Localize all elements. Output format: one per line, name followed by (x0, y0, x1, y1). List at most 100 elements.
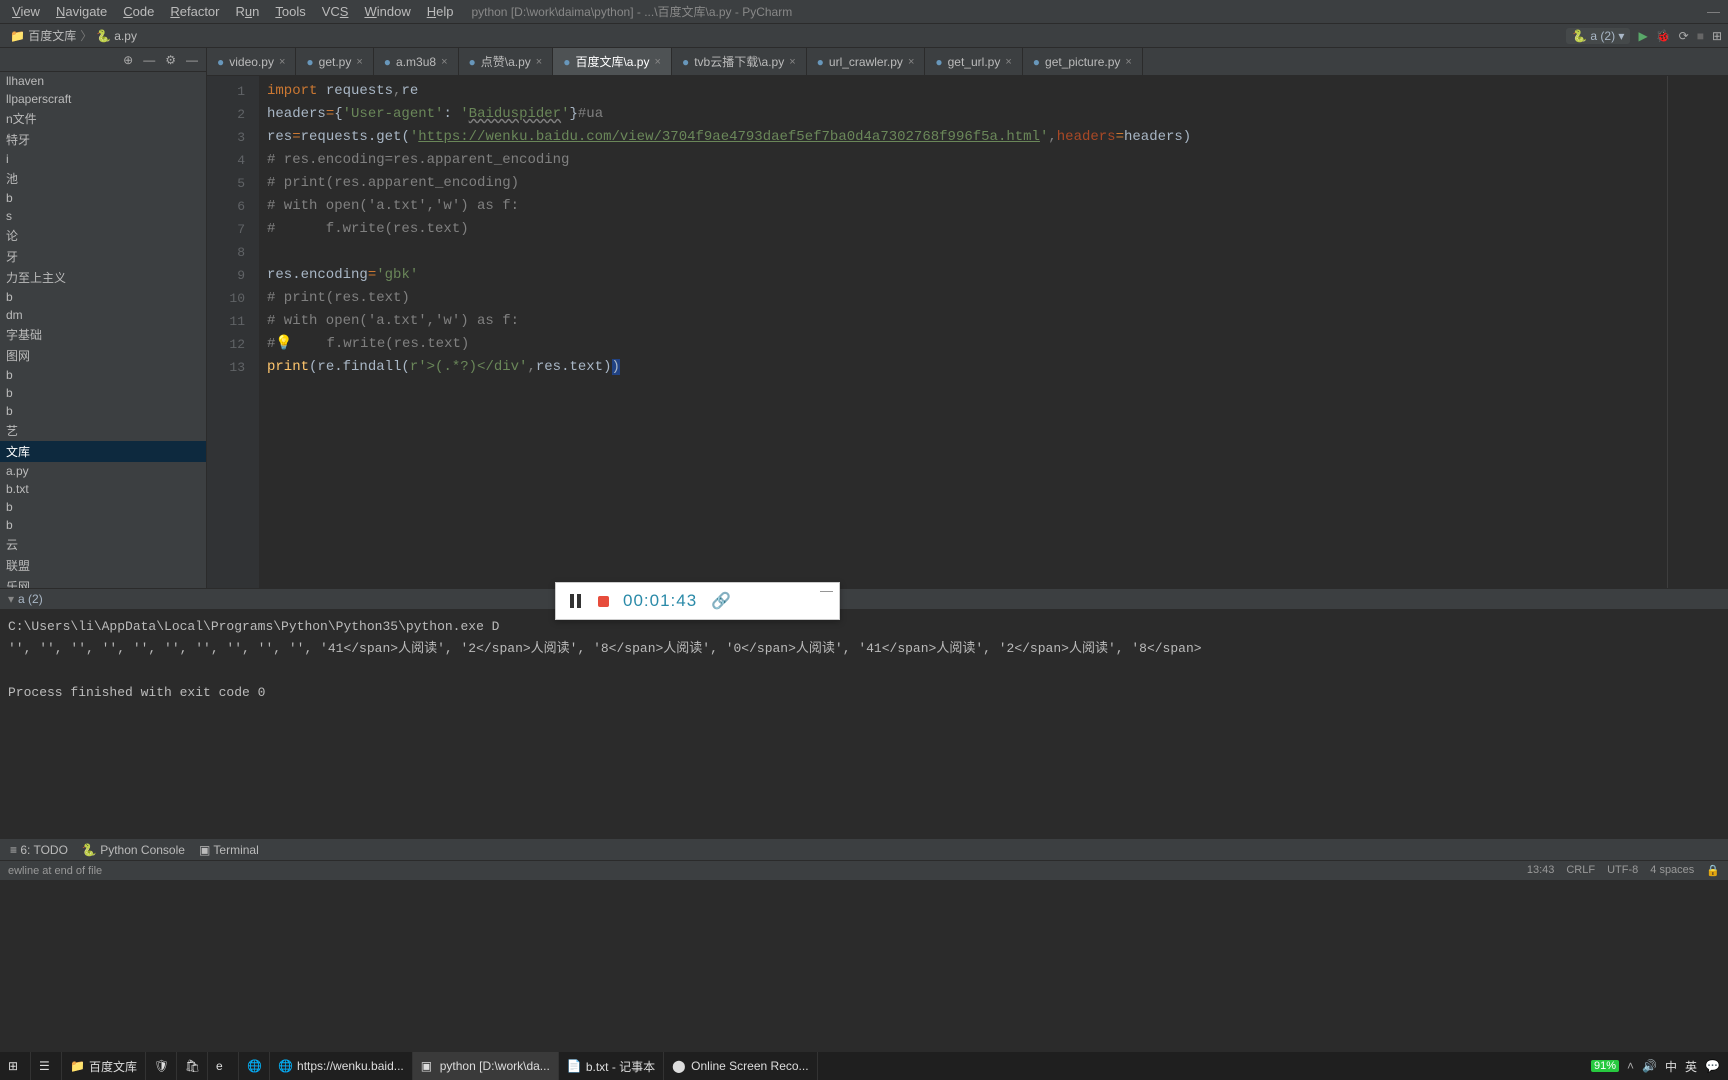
indent[interactable]: 4 spaces (1650, 864, 1694, 877)
tree-item[interactable]: 艺 (0, 420, 206, 441)
menu-tools[interactable]: Tools (267, 2, 313, 21)
tree-item[interactable]: b (0, 366, 206, 384)
notification-icon[interactable]: 💬 (1705, 1059, 1720, 1073)
taskbar-item[interactable]: 📁百度文库 (62, 1052, 146, 1080)
hide-icon[interactable]: — (186, 53, 198, 67)
editor-tab[interactable]: ●get_picture.py× (1023, 48, 1143, 75)
tree-item[interactable]: 联盟 (0, 555, 206, 576)
menu-code[interactable]: Code (115, 2, 162, 21)
tree-item[interactable]: llpaperscraft (0, 90, 206, 108)
close-tab-icon[interactable]: × (1125, 56, 1131, 68)
editor-tab[interactable]: ●tvb云播下载\a.py× (672, 48, 807, 75)
window-minimize[interactable]: — (1707, 4, 1724, 19)
gear-icon[interactable]: ⚙ (165, 53, 176, 67)
minimize-recorder[interactable]: — (820, 583, 833, 598)
tree-item[interactable]: 力至上主义 (0, 267, 206, 288)
close-tab-icon[interactable]: × (356, 56, 362, 68)
tree-item[interactable]: 特牙 (0, 129, 206, 150)
editor-tab[interactable]: ●get_url.py× (925, 48, 1022, 75)
editor-tab[interactable]: ●点赞\a.py× (459, 48, 554, 75)
close-tab-icon[interactable]: × (279, 56, 285, 68)
taskbar-item[interactable]: ☰ (31, 1052, 62, 1080)
tree-item[interactable]: b (0, 384, 206, 402)
line-ending[interactable]: CRLF (1566, 864, 1595, 877)
run-tool-header[interactable]: ▾ a (2) (0, 588, 1728, 610)
tree-item[interactable]: b (0, 498, 206, 516)
tree-item[interactable]: b (0, 288, 206, 306)
tool-python-console[interactable]: 🐍 Python Console (82, 843, 185, 857)
tree-item[interactable]: 文库 (0, 441, 206, 462)
close-tab-icon[interactable]: × (789, 56, 795, 68)
close-tab-icon[interactable]: × (1005, 56, 1011, 68)
tool-terminal[interactable]: ▣ Terminal (199, 843, 259, 857)
tray-chevron-up-icon[interactable]: ˄ (1627, 1059, 1634, 1073)
link-icon[interactable]: 🔗 (711, 591, 731, 611)
tree-item[interactable]: 论 (0, 225, 206, 246)
taskbar-item[interactable]: 🌐 (239, 1052, 270, 1080)
menu-view[interactable]: VViewiew (4, 2, 48, 21)
tree-item[interactable]: 图网 (0, 345, 206, 366)
menu-help[interactable]: Help (419, 2, 462, 21)
tree-item[interactable]: 乐网 (0, 576, 206, 588)
run-configuration-dropdown[interactable]: 🐍 a (2) ▾ (1566, 28, 1630, 44)
encoding[interactable]: UTF-8 (1607, 864, 1638, 877)
editor-tab[interactable]: ●video.py× (207, 48, 296, 75)
tree-item[interactable]: dm (0, 306, 206, 324)
battery-indicator[interactable]: 91% (1591, 1060, 1619, 1072)
pause-button[interactable] (570, 594, 584, 608)
breadcrumb-folder[interactable]: 📁 百度文库 (6, 27, 80, 44)
tree-item[interactable]: 池 (0, 168, 206, 189)
collapse-icon[interactable]: — (143, 53, 155, 67)
menu-navigate[interactable]: Navigate (48, 2, 115, 21)
menu-window[interactable]: Window (356, 2, 418, 21)
tree-item[interactable]: b (0, 189, 206, 207)
tree-item[interactable]: a.py (0, 462, 206, 480)
taskbar-item[interactable]: 🛍 (177, 1052, 208, 1080)
taskbar-item[interactable]: ▣python [D:\work\da... (413, 1052, 559, 1080)
tree-item[interactable]: llhaven (0, 72, 206, 90)
editor-tab[interactable]: ●a.m3u8× (374, 48, 459, 75)
taskbar-item[interactable]: 🌐https://wenku.baid... (270, 1052, 413, 1080)
tree-item[interactable]: b (0, 516, 206, 534)
debug-button-icon[interactable]: 🐞 (1656, 29, 1671, 43)
code-area[interactable]: import requests,re headers={'User-agent'… (259, 76, 1728, 588)
ime-indicator-1[interactable]: 中 (1665, 1058, 1677, 1075)
tree-item[interactable]: i (0, 150, 206, 168)
tree-item[interactable]: 牙 (0, 246, 206, 267)
taskbar-item[interactable]: e (208, 1052, 239, 1080)
editor-tab[interactable]: ●百度文库\a.py× (553, 48, 672, 75)
tree-item[interactable]: b (0, 402, 206, 420)
stop-record-button[interactable] (598, 596, 609, 607)
run-button-icon[interactable]: ▶ (1638, 29, 1647, 43)
tree-item[interactable]: b.txt (0, 480, 206, 498)
tray-audio-icon[interactable]: 🔊 (1642, 1059, 1657, 1073)
menu-run[interactable]: Run (228, 2, 268, 21)
editor-tab[interactable]: ●get.py× (296, 48, 373, 75)
tree-item[interactable]: 字基础 (0, 324, 206, 345)
close-tab-icon[interactable]: × (441, 56, 447, 68)
ime-indicator-2[interactable]: 英 (1685, 1058, 1697, 1075)
tree-item[interactable]: 云 (0, 534, 206, 555)
menu-refactor[interactable]: Refactor (162, 2, 227, 21)
taskbar-item[interactable]: 📄b.txt - 记事本 (559, 1052, 664, 1080)
close-tab-icon[interactable]: × (536, 56, 542, 68)
tree-item[interactable]: s (0, 207, 206, 225)
taskbar-item[interactable]: 🛡 (146, 1052, 177, 1080)
project-tree[interactable]: llhavenllpaperscraftn文件特牙i池bs论牙力至上主义bdm字… (0, 72, 206, 588)
screen-recorder-widget[interactable]: 00:01:43 🔗 — (555, 582, 840, 620)
taskbar-item[interactable]: ⬤Online Screen Reco... (664, 1052, 817, 1080)
console-output[interactable]: C:\Users\li\AppData\Local\Programs\Pytho… (0, 610, 1728, 838)
lock-icon[interactable]: 🔒 (1706, 864, 1720, 877)
run-with-coverage-icon[interactable]: ⟳ (1679, 29, 1689, 43)
taskbar-item[interactable]: ⊞ (0, 1052, 31, 1080)
search-everywhere-icon[interactable]: ⊞ (1712, 29, 1722, 43)
menu-vcs[interactable]: VCS (314, 2, 357, 21)
editor-tab[interactable]: ●url_crawler.py× (807, 48, 926, 75)
locate-icon[interactable]: ⊕ (123, 53, 133, 67)
breadcrumb-file[interactable]: 🐍a.py (92, 29, 141, 43)
close-tab-icon[interactable]: × (908, 56, 914, 68)
close-tab-icon[interactable]: × (655, 56, 661, 68)
cursor-position[interactable]: 13:43 (1527, 864, 1555, 877)
tool-todo[interactable]: ≡ 6: TODO (10, 843, 68, 857)
tree-item[interactable]: n文件 (0, 108, 206, 129)
